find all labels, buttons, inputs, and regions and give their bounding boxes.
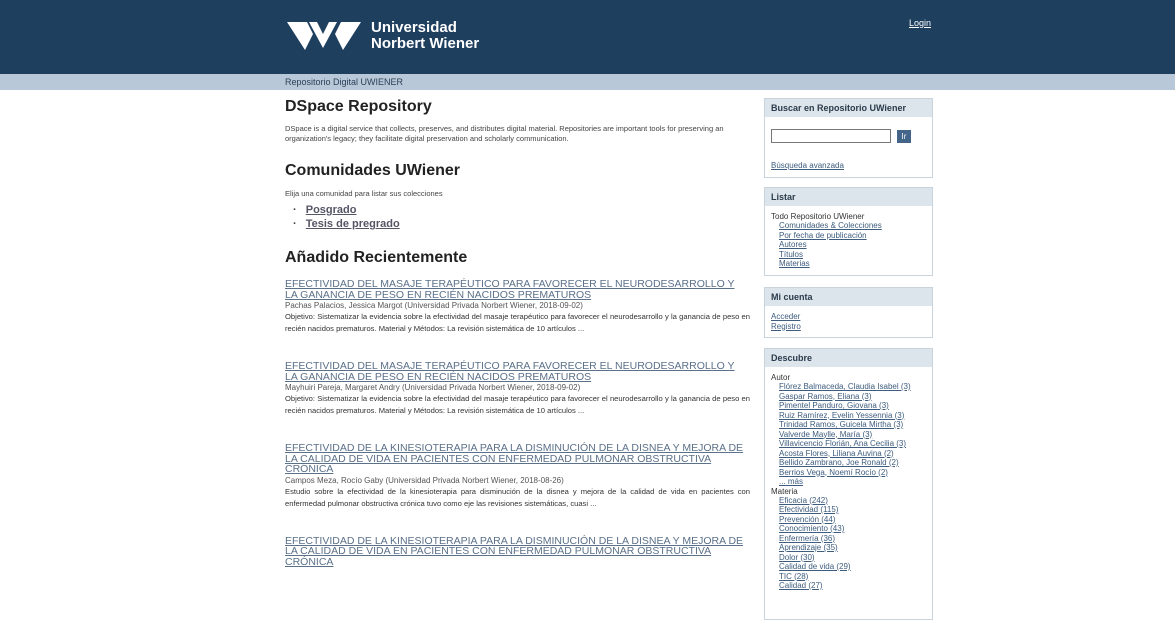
community-item: · Posgrado [293,204,357,216]
facet-author-label: Autor [771,373,791,382]
item-title-link[interactable]: EFECTIVIDAD DE LA KINESIOTERAPIA PARA LA… [285,535,750,568]
communities-list: · Posgrado · Tesis de pregrado [285,203,750,231]
browse-link-authors[interactable]: Autores [779,240,926,250]
discover-panel-body: Autor Flórez Balmaceda, Claudia Isabel (… [765,367,932,597]
facet-subject-item[interactable]: TIC (28) [779,572,926,582]
facet-author-list: Flórez Balmaceda, Claudia Isabel (3) Gas… [771,382,926,487]
browse-link-subjects[interactable]: Materias [779,259,926,269]
account-link-register[interactable]: Registro [771,322,926,332]
communities-title: Comunidades UWiener [285,162,460,179]
logo-mark-icon [287,22,361,50]
facet-subject-item[interactable]: Enfermería (36) [779,534,926,544]
facet-author-item[interactable]: Berrios Vega, Noemí Rocío (2) [779,468,926,478]
account-link-login[interactable]: Acceder [771,312,926,322]
facet-subject-item[interactable]: Dolor (30) [779,553,926,563]
search-row: Ir [771,129,926,143]
list-item: EFECTIVIDAD DE LA KINESIOTERAPIA PARA LA… [285,443,750,510]
breadcrumb-item[interactable]: Repositorio Digital UWIENER [285,77,403,87]
item-abstract: Estudio sobre la efectividad de la kines… [285,486,750,508]
logo-line2: Norbert Wiener [371,35,480,52]
search-go-button[interactable]: Ir [897,129,911,143]
logo-text: Universidad Norbert Wiener [371,20,479,52]
item-meta: Pachas Palacios, Jessica Margot (Univers… [285,301,583,310]
item-meta: Campos Meza, Rocío Gaby (Universidad Pri… [285,475,564,485]
facet-subject-item[interactable]: Eficacia (242) [779,496,926,506]
main-column: DSpace Repository DSpace is a digital se… [285,98,750,593]
facet-subject-item[interactable]: Calidad de vida (29) [779,562,926,572]
university-logo[interactable]: Universidad Norbert Wiener [285,18,479,54]
facet-subject-label: Materia [771,486,798,496]
list-item: EFECTIVIDAD DEL MASAJE TERAPÉUTICO PARA … [285,361,750,417]
item-meta: Mayhuiri Pareja, Margaret Andry (Univers… [285,383,581,392]
facet-author-item[interactable]: Acosta Flores, Liliana Auvina (2) [779,449,926,459]
facet-subject-item[interactable]: Prevención (44) [779,515,926,525]
discover-panel: Descubre Autor Flórez Balmaceda, Claudia… [764,348,933,620]
browse-link-titles[interactable]: Títulos [779,250,926,260]
browse-panel-body: Todo Repositorio UWiener Comunidades & C… [765,206,932,275]
community-link-tesis-pregrado[interactable]: Tesis de pregrado [306,218,400,230]
facet-author-item[interactable]: Trinidad Ramos, Guicela Mirtha (3) [779,420,926,430]
community-item: · Tesis de pregrado [293,218,400,230]
item-title-link[interactable]: EFECTIVIDAD DEL MASAJE TERAPÉUTICO PARA … [285,279,750,300]
facet-author-item[interactable]: Valverde Maylle, María (3) [779,430,926,440]
search-panel-title: Buscar en Repositorio UWiener [765,99,932,117]
facet-subject-item[interactable]: Aprendizaje (35) [779,543,926,553]
login-link[interactable]: Login [909,18,931,28]
facet-author-item[interactable]: Pimentel Panduro, Giovana (3) [779,401,926,411]
facet-author-item[interactable]: Villavicencio Florián, Ana Cecilia (3) [779,439,926,449]
browse-link-communities[interactable]: Comunidades & Colecciones [779,221,926,231]
facet-subject-item[interactable]: Calidad (27) [779,581,926,591]
site-header: Universidad Norbert Wiener Login [0,0,1175,74]
recent-title: Añadido Recientemente [285,249,468,266]
facet-subject-list: Eficacia (242) Efectividad (115) Prevenc… [771,496,926,591]
search-panel-body: Ir Búsqueda avanzada [765,117,932,177]
search-input[interactable] [771,129,891,143]
list-item: EFECTIVIDAD DE LA KINESIOTERAPIA PARA LA… [285,535,750,568]
account-panel-title: Mi cuenta [765,288,932,306]
search-panel: Buscar en Repositorio UWiener Ir Búsqued… [764,98,933,178]
facet-author-item[interactable]: Gaspar Ramos, Eliana (3) [779,392,926,402]
advanced-search-link[interactable]: Búsqueda avanzada [771,161,926,171]
logo-line1: Universidad [371,19,457,36]
facet-author-item[interactable]: Ruiz Ramírez, Evelin Yessennia (3) [779,411,926,421]
browse-scope: Todo Repositorio UWiener [771,212,865,221]
communities-hint: Elija una comunidad para listar sus cole… [285,189,443,198]
page-title: DSpace Repository [285,98,432,115]
facet-author-more[interactable]: ... más [779,477,926,487]
account-panel-body: Acceder Registro [765,306,932,337]
page-description: DSpace is a digital service that collect… [285,124,724,143]
item-abstract: Objetivo: Sistematizar la evidencia sobr… [285,312,750,333]
item-title-link[interactable]: EFECTIVIDAD DEL MASAJE TERAPÉUTICO PARA … [285,361,750,382]
content-area: DSpace Repository DSpace is a digital se… [0,90,1175,620]
facet-subject-item[interactable]: Conocimiento (43) [779,524,926,534]
browse-link-date[interactable]: Por fecha de publicación [779,231,926,241]
list-item: EFECTIVIDAD DEL MASAJE TERAPÉUTICO PARA … [285,279,750,335]
breadcrumb: Repositorio Digital UWIENER [0,74,1175,90]
browse-panel: Listar Todo Repositorio UWiener Comunida… [764,187,933,276]
facet-subject-item[interactable]: Efectividad (115) [779,505,926,515]
account-panel: Mi cuenta Acceder Registro [764,287,933,338]
browse-panel-title: Listar [765,188,932,206]
browse-links: Comunidades & Colecciones Por fecha de p… [771,221,926,269]
facet-author-item[interactable]: Bellido Zambrano, Joe Ronald (2) [779,458,926,468]
facet-author-item[interactable]: Flórez Balmaceda, Claudia Isabel (3) [779,382,926,392]
item-title-link[interactable]: EFECTIVIDAD DE LA KINESIOTERAPIA PARA LA… [285,443,750,475]
community-link-posgrado[interactable]: Posgrado [306,204,357,216]
discover-panel-title: Descubre [765,349,932,367]
item-abstract: Objetivo: Sistematizar la evidencia sobr… [285,394,750,415]
